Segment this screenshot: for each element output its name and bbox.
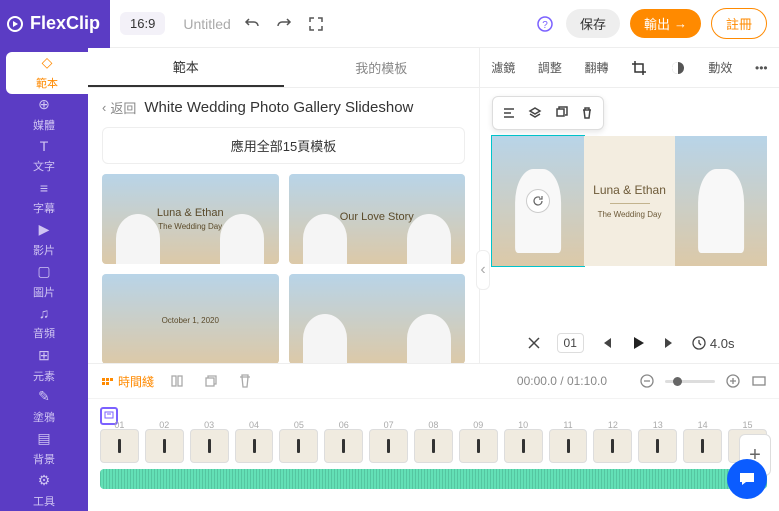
zoom-fit-icon[interactable]: [751, 373, 767, 389]
aspect-ratio[interactable]: 16:9: [120, 12, 165, 35]
project-title[interactable]: Untitled: [183, 16, 230, 32]
slide-pane-left[interactable]: [492, 136, 584, 266]
signup-button[interactable]: 註冊: [711, 8, 767, 39]
tab-adjust[interactable]: 調整: [532, 59, 568, 76]
sidebar-item-0[interactable]: ◇範本: [6, 52, 88, 94]
align-icon[interactable]: [497, 101, 521, 125]
crop-icon[interactable]: [625, 60, 653, 76]
export-button[interactable]: 輸出→: [630, 9, 701, 38]
delete-icon[interactable]: [575, 101, 599, 125]
timeline-clip[interactable]: 13: [638, 429, 677, 463]
play-icon[interactable]: [628, 333, 648, 353]
timeline-clip[interactable]: 04: [235, 429, 274, 463]
timeline-clip[interactable]: 10: [504, 429, 543, 463]
timeline-clip[interactable]: 03: [190, 429, 229, 463]
timeline-time: 00:00.0 / 01:10.0: [517, 374, 607, 388]
sidebar-item-7[interactable]: ⊞元素: [0, 344, 88, 386]
timeline-clip[interactable]: 11: [549, 429, 588, 463]
sidebar-item-10[interactable]: ⚙工具: [0, 469, 88, 511]
panel-collapse-handle[interactable]: ‹: [476, 250, 490, 290]
template-thumb[interactable]: Our Love Story: [289, 174, 466, 264]
timeline-clip[interactable]: 14: [683, 429, 722, 463]
sidebar-item-2[interactable]: T文字: [0, 135, 88, 177]
tab-filter[interactable]: 濾鏡: [485, 59, 521, 76]
playback-controls: 01 4.0s: [480, 323, 779, 363]
layers-icon[interactable]: [523, 101, 547, 125]
tab-templates[interactable]: 範本: [88, 48, 284, 87]
timeline-mode-button[interactable]: 時間綫: [100, 373, 154, 390]
mask-icon[interactable]: [664, 60, 692, 76]
timeline-clip[interactable]: 08: [414, 429, 453, 463]
template-thumb[interactable]: October 1, 2020: [102, 274, 279, 363]
back-button[interactable]: ‹返回: [102, 98, 136, 117]
rotate-handle-icon[interactable]: [526, 189, 550, 213]
template-thumb[interactable]: Luna & EthanThe Wedding Day: [102, 174, 279, 264]
slide-pane-center[interactable]: Luna & Ethan The Wedding Day: [584, 136, 676, 266]
tab-animation[interactable]: 動效: [702, 59, 738, 76]
sidebar-item-4[interactable]: ▶影片: [0, 219, 88, 261]
undo-icon[interactable]: [241, 13, 263, 35]
scene-number: 01: [557, 333, 584, 353]
chat-icon[interactable]: [727, 459, 767, 499]
timeline-clip[interactable]: 12: [593, 429, 632, 463]
more-icon[interactable]: •••: [749, 61, 774, 75]
prev-icon[interactable]: [598, 335, 614, 351]
timeline-clip[interactable]: 06: [324, 429, 363, 463]
preview-panel: 濾鏡 調整 翻轉 動效 •••: [479, 48, 779, 363]
delete-clip-icon[interactable]: [234, 370, 256, 392]
tab-flip[interactable]: 翻轉: [579, 59, 615, 76]
timeline-clip[interactable]: 01: [100, 429, 139, 463]
sidebar-item-3[interactable]: ≡字幕: [0, 177, 88, 219]
zoom-in-icon[interactable]: [725, 373, 741, 389]
template-title: White Wedding Photo Gallery Slideshow: [144, 99, 413, 116]
copy-icon[interactable]: [549, 101, 573, 125]
duration-button[interactable]: 4.0s: [692, 336, 735, 351]
sidebar-item-8[interactable]: ✎塗鴉: [0, 386, 88, 428]
apply-all-button[interactable]: 應用全部15頁模板: [102, 127, 465, 164]
save-button[interactable]: 保存: [566, 9, 620, 38]
svg-text:?: ?: [542, 20, 548, 31]
sidebar: ◇範本⊕媒體T文字≡字幕▶影片▢圖片♫音頻⊞元素✎塗鴉▤背景⚙工具: [0, 48, 88, 511]
timeline-clip[interactable]: 09: [459, 429, 498, 463]
tab-my-templates[interactable]: 我的模板: [284, 48, 480, 87]
zoom-slider[interactable]: [665, 380, 715, 383]
sidebar-item-6[interactable]: ♫音頻: [0, 302, 88, 344]
template-thumb[interactable]: [289, 274, 466, 363]
redo-icon[interactable]: [273, 13, 295, 35]
zoom-out-icon[interactable]: [639, 373, 655, 389]
duplicate-clip-icon[interactable]: [200, 370, 222, 392]
timeline: 時間綫 00:00.0 / 01:10.0 010203040506070809…: [88, 363, 779, 511]
sidebar-item-5[interactable]: ▢圖片: [0, 261, 88, 303]
logo: FlexClip: [0, 0, 110, 48]
next-icon[interactable]: [662, 335, 678, 351]
sidebar-item-9[interactable]: ▤背景: [0, 428, 88, 470]
fullscreen-icon[interactable]: [305, 13, 327, 35]
timeline-clip[interactable]: 05: [279, 429, 318, 463]
help-icon[interactable]: ?: [534, 13, 556, 35]
split-icon[interactable]: [525, 334, 543, 352]
element-toolbar: [492, 96, 604, 130]
timeline-clip[interactable]: 07: [369, 429, 408, 463]
timeline-clip[interactable]: 02: [145, 429, 184, 463]
slide-pane-right[interactable]: [675, 136, 767, 266]
preview-slide[interactable]: Luna & Ethan The Wedding Day: [492, 136, 767, 266]
sidebar-item-1[interactable]: ⊕媒體: [0, 94, 88, 136]
split-clip-icon[interactable]: [166, 370, 188, 392]
audio-track[interactable]: [100, 469, 767, 489]
